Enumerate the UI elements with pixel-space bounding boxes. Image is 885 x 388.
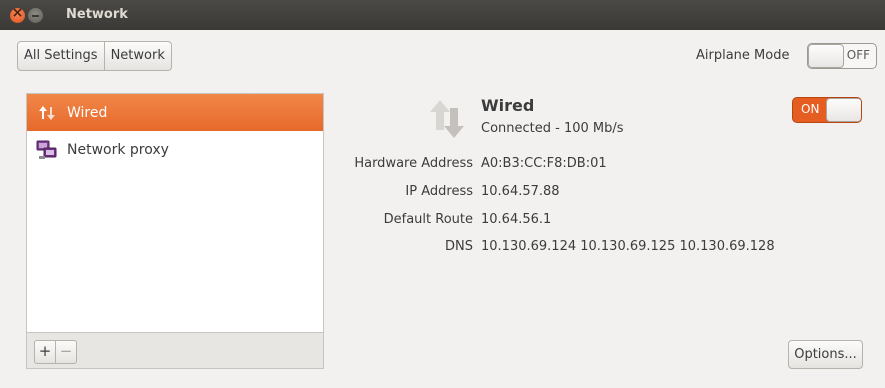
list-item-wired[interactable]: Wired [27,94,323,131]
ip-address-label: IP Address [405,184,473,199]
breadcrumb: All Settings Network [17,41,172,71]
dns-value: 10.130.69.124 10.130.69.125 10.130.69.12… [481,239,775,254]
window-title: Network [66,7,128,22]
switch-knob [826,98,861,122]
close-icon[interactable] [10,5,25,23]
dns-label: DNS [445,239,473,254]
all-settings-button[interactable]: All Settings [18,42,104,70]
list-toolbar: + − [26,333,324,369]
airplane-mode-label: Airplane Mode [696,48,790,63]
airplane-mode-switch[interactable]: OFF [807,43,877,69]
hardware-address-label: Hardware Address [354,156,473,171]
ip-address-value: 10.64.57.88 [481,184,560,199]
network-proxy-icon [35,138,59,162]
list-item-network-proxy[interactable]: Network proxy [27,131,323,168]
network-breadcrumb-button[interactable]: Network [103,42,171,70]
connection-status: Connected - 100 Mb/s [481,121,624,136]
wired-connection-large-icon [427,100,467,138]
connection-list: Wired Network proxy [26,93,324,333]
list-item-label: Network proxy [67,141,169,158]
add-connection-button[interactable]: + [35,341,55,363]
wired-connection-switch[interactable]: ON [792,97,862,123]
list-item-label: Wired [67,104,108,121]
title-bar: Network [0,0,885,30]
options-button[interactable]: Options... [788,340,863,369]
default-route-value: 10.64.56.1 [481,212,552,227]
connection-title: Wired [481,96,535,115]
switch-knob [808,44,844,68]
remove-connection-button[interactable]: − [55,341,76,363]
wired-network-icon [35,101,59,125]
airplane-mode-state: OFF [846,48,870,62]
hardware-address-value: A0:B3:CC:F8:DB:01 [481,156,607,171]
minimize-icon[interactable] [28,8,43,23]
default-route-label: Default Route [383,212,473,227]
network-settings-window: Network All Settings Network Airplane Mo… [0,0,885,388]
add-remove-group: + − [34,340,77,364]
wired-switch-state: ON [801,102,820,116]
